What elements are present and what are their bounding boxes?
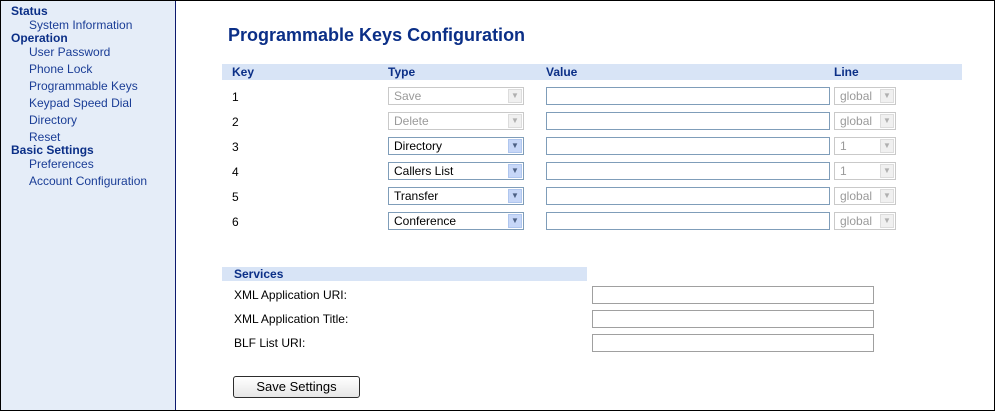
chevron-down-icon: ▼ — [508, 189, 522, 203]
key-type-value: Save — [394, 89, 422, 103]
sidebar: Status System Information Operation User… — [1, 1, 176, 410]
chevron-down-icon: ▼ — [880, 114, 894, 128]
main-content: Programmable Keys Configuration Key Type… — [176, 1, 996, 412]
key-line-value: 1 — [840, 164, 847, 178]
blf-list-uri-label: BLF List URI: — [234, 336, 306, 350]
key-number: 5 — [232, 190, 239, 204]
key-value-input[interactable] — [546, 137, 830, 155]
service-field-row: XML Application Title: — [234, 310, 884, 330]
key-line-select[interactable]: 1 ▼ — [834, 137, 896, 155]
key-type-value: Delete — [394, 114, 429, 128]
nav-item-keypad-speed-dial[interactable]: Keypad Speed Dial — [1, 97, 175, 109]
key-type-select[interactable]: Save ▼ — [388, 87, 524, 105]
nav-item-directory[interactable]: Directory — [1, 114, 175, 126]
nav-heading-basic-settings[interactable]: Basic Settings — [1, 144, 175, 157]
key-type-select[interactable]: Directory ▼ — [388, 137, 524, 155]
xml-application-title-label: XML Application Title: — [234, 312, 349, 326]
key-row: 4 Callers List ▼ 1 ▼ — [222, 161, 962, 183]
key-value-input[interactable] — [546, 187, 830, 205]
chevron-down-icon: ▼ — [508, 164, 522, 178]
xml-application-title-input[interactable] — [592, 310, 874, 328]
page-title: Programmable Keys Configuration — [228, 25, 526, 45]
key-line-select[interactable]: 1 ▼ — [834, 162, 896, 180]
nav-item-programmable-keys[interactable]: Programmable Keys — [1, 80, 175, 92]
key-line-select[interactable]: global ▼ — [834, 87, 896, 105]
key-type-value: Conference — [394, 214, 457, 228]
key-row: 1 Save ▼ global ▼ — [222, 86, 962, 108]
key-line-select[interactable]: global ▼ — [834, 212, 896, 230]
key-type-select[interactable]: Delete ▼ — [388, 112, 524, 130]
key-type-select[interactable]: Conference ▼ — [388, 212, 524, 230]
xml-application-uri-label: XML Application URI: — [234, 288, 347, 302]
key-line-value: 1 — [840, 139, 847, 153]
key-line-value: global — [840, 114, 873, 128]
sidebar-nav: Status System Information Operation User… — [1, 1, 175, 188]
nav-heading-status[interactable]: Status — [1, 5, 175, 18]
key-type-value: Transfer — [394, 189, 439, 203]
nav-item-preferences[interactable]: Preferences — [1, 158, 175, 170]
services-heading: Services — [234, 267, 284, 281]
column-header-key: Key — [232, 65, 255, 79]
chevron-down-icon: ▼ — [880, 139, 894, 153]
key-row: 2 Delete ▼ global ▼ — [222, 111, 962, 133]
chevron-down-icon: ▼ — [508, 114, 522, 128]
key-number: 4 — [232, 165, 239, 179]
key-line-value: global — [840, 89, 873, 103]
key-type-value: Callers List — [394, 164, 454, 178]
keys-table-header: Key Type Value Line — [222, 64, 962, 80]
key-type-select[interactable]: Callers List ▼ — [388, 162, 524, 180]
chevron-down-icon: ▼ — [880, 189, 894, 203]
key-number: 1 — [232, 90, 239, 104]
key-line-value: global — [840, 189, 873, 203]
key-row: 3 Directory ▼ 1 ▼ — [222, 136, 962, 158]
key-type-select[interactable]: Transfer ▼ — [388, 187, 524, 205]
blf-list-uri-input[interactable] — [592, 334, 874, 352]
service-field-row: XML Application URI: — [234, 286, 884, 306]
key-number: 3 — [232, 140, 239, 154]
column-header-line: Line — [834, 65, 859, 79]
services-header: Services — [222, 267, 587, 281]
key-type-value: Directory — [394, 139, 443, 153]
chevron-down-icon: ▼ — [880, 214, 894, 228]
save-settings-button[interactable]: Save Settings — [233, 376, 360, 398]
chevron-down-icon: ▼ — [880, 164, 894, 178]
key-row: 5 Transfer ▼ global ▼ — [222, 186, 962, 208]
key-value-input[interactable] — [546, 212, 830, 230]
nav-item-reset[interactable]: Reset — [1, 131, 175, 143]
nav-item-user-password[interactable]: User Password — [1, 46, 175, 58]
key-number: 6 — [232, 215, 239, 229]
chevron-down-icon: ▼ — [508, 139, 522, 153]
chevron-down-icon: ▼ — [508, 214, 522, 228]
chevron-down-icon: ▼ — [880, 89, 894, 103]
nav-heading-operation[interactable]: Operation — [1, 32, 175, 45]
service-field-row: BLF List URI: — [234, 334, 884, 354]
key-value-input[interactable] — [546, 162, 830, 180]
key-value-input[interactable] — [546, 112, 830, 130]
nav-item-account-configuration[interactable]: Account Configuration — [1, 175, 175, 187]
column-header-type: Type — [388, 65, 416, 79]
key-row: 6 Conference ▼ global ▼ — [222, 211, 962, 233]
nav-item-system-information[interactable]: System Information — [1, 19, 175, 31]
chevron-down-icon: ▼ — [508, 89, 522, 103]
xml-application-uri-input[interactable] — [592, 286, 874, 304]
key-number: 2 — [232, 115, 239, 129]
key-value-input[interactable] — [546, 87, 830, 105]
key-line-select[interactable]: global ▼ — [834, 187, 896, 205]
key-line-select[interactable]: global ▼ — [834, 112, 896, 130]
nav-item-phone-lock[interactable]: Phone Lock — [1, 63, 175, 75]
key-line-value: global — [840, 214, 873, 228]
column-header-value: Value — [546, 65, 578, 79]
